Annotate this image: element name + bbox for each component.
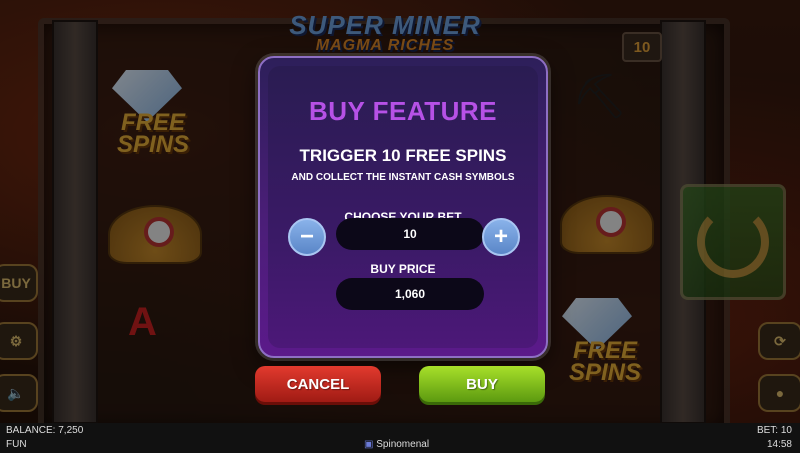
dialog-panel: BUY FEATURE TRIGGER 10 FREE SPINS AND CO… xyxy=(268,66,538,348)
status-bar: BALANCE: 7,250 FUN ▣ Spinomenal BET: 10 … xyxy=(0,423,800,453)
bet-value-field: 10 xyxy=(336,218,484,250)
dialog-subtitle: TRIGGER 10 FREE SPINS xyxy=(299,146,507,165)
bet-text: BET: 10 xyxy=(756,425,792,436)
buy-feature-dialog: BUY FEATURE TRIGGER 10 FREE SPINS AND CO… xyxy=(258,56,548,358)
minus-icon: − xyxy=(299,223,314,250)
cancel-button[interactable]: CANCEL xyxy=(255,366,381,402)
buy-button[interactable]: BUY xyxy=(419,366,545,402)
decrease-bet-button[interactable]: − xyxy=(288,218,326,256)
dialog-title: BUY FEATURE xyxy=(309,96,497,126)
dialog-description: AND COLLECT THE INSTANT CASH SYMBOLS xyxy=(291,172,515,183)
balance-text: BALANCE: 7,250 xyxy=(6,425,84,436)
plus-icon: + xyxy=(493,223,508,250)
mode-text: FUN xyxy=(6,439,27,450)
buy-price-field: 1,060 xyxy=(336,278,484,310)
brand-text: ▣ Spinomenal xyxy=(364,439,430,450)
buy-price-label: BUY PRICE xyxy=(370,262,436,276)
increase-bet-button[interactable]: + xyxy=(482,218,520,256)
clock-text: 14:58 xyxy=(766,439,792,450)
brand-icon: ▣ xyxy=(364,439,374,450)
